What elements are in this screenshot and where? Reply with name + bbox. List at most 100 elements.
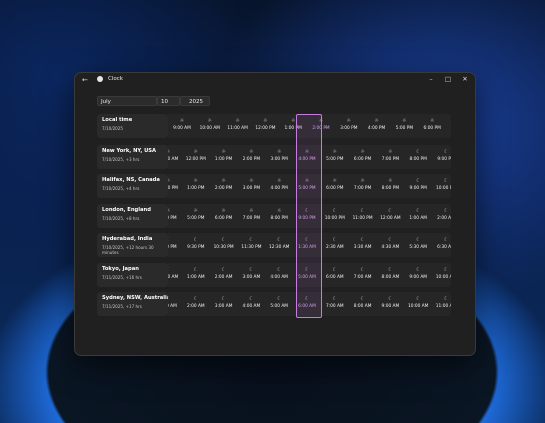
hour-cell[interactable]: ☼ 7:00 PM bbox=[349, 174, 377, 198]
hour-cell[interactable]: ☼ 5:00 PM bbox=[390, 114, 418, 138]
hour-cell[interactable]: ☼ 7:00 PM bbox=[237, 204, 265, 228]
hour-cell[interactable]: ☼ 3:00 PM bbox=[265, 145, 293, 169]
hour-cell[interactable]: ☾ 9:00 AM bbox=[404, 263, 432, 287]
hour-cell[interactable]: ☾ 6:00 AM bbox=[321, 263, 349, 287]
hour-cell[interactable]: ☾ 11:00 AM bbox=[432, 292, 451, 316]
city-card[interactable]: Local time 7/10/2025 bbox=[97, 114, 168, 138]
timezone-row[interactable]: London, England 7/10/2025, +8 hrs ☼ 4:00 PM… bbox=[97, 204, 451, 228]
hour-cell[interactable]: ☼ 2:00 PM bbox=[237, 145, 265, 169]
hour-cell[interactable]: ☼ 1:00 PM bbox=[210, 145, 238, 169]
hour-cell[interactable]: ☼ 4:00 PM bbox=[265, 174, 293, 198]
hour-cell[interactable]: ☼ 8:00 PM bbox=[265, 204, 293, 228]
hour-cell[interactable]: ☾ 9:30 PM bbox=[182, 233, 210, 257]
hour-cell[interactable]: ☼ 2:00 PM bbox=[210, 174, 238, 198]
hour-cell[interactable]: ☼ 8:00 PM bbox=[376, 174, 404, 198]
close-icon[interactable]: ✕ bbox=[460, 75, 470, 83]
hour-cell[interactable]: ☼ 10:00 AM bbox=[196, 114, 224, 138]
timezone-row[interactable]: Local time 7/10/2025 ☼ 9:00 AM ☼ 10:00 AM ☼ 11:… bbox=[97, 114, 451, 138]
hour-cell[interactable]: ☾ 7:00 AM bbox=[349, 263, 377, 287]
hour-cell[interactable]: ☾ 9:00 PM bbox=[404, 174, 432, 198]
maximize-icon[interactable]: □ bbox=[443, 75, 453, 83]
hour-cell[interactable]: ☾ 2:00 AM bbox=[182, 292, 210, 316]
hour-cell[interactable]: ☼ 12:00 PM bbox=[251, 114, 279, 138]
hour-cell[interactable]: ☾ 9:00 PM bbox=[432, 145, 451, 169]
hour-cell[interactable]: ☾ 10:30 PM bbox=[210, 233, 238, 257]
city-card[interactable]: London, England 7/10/2025, +8 hrs bbox=[97, 204, 168, 228]
hour-cell[interactable]: ☼ 2:00 PM bbox=[307, 114, 335, 138]
hour-cell[interactable]: ☾ 2:30 AM bbox=[321, 233, 349, 257]
hour-cell[interactable]: ☼ 12:00 PM bbox=[168, 174, 182, 198]
hour-cell[interactable]: ☾ 8:30 PM bbox=[168, 233, 182, 257]
hour-cell[interactable]: ☼ 6:00 PM bbox=[321, 174, 349, 198]
hour-cell[interactable]: ☼ 4:00 PM bbox=[168, 204, 182, 228]
hour-cell[interactable]: ☾ 1:30 AM bbox=[293, 233, 321, 257]
hour-cell[interactable]: ☾ 5:00 AM bbox=[265, 292, 293, 316]
hour-cell[interactable]: ☾ 6:00 AM bbox=[293, 292, 321, 316]
hour-cell[interactable]: ☾ 2:00 AM bbox=[432, 204, 451, 228]
month-picker[interactable]: July bbox=[97, 96, 157, 106]
hour-cell[interactable]: ☾ 1:00 AM bbox=[404, 204, 432, 228]
hour-cell[interactable]: ☾ 8:00 AM bbox=[376, 263, 404, 287]
hour-cell[interactable]: ☾ 9:00 PM bbox=[293, 204, 321, 228]
hour-cell[interactable]: ☾ 1:00 AM bbox=[168, 292, 182, 316]
city-card[interactable]: Hyderabad, India 7/10/2025, +12 hours 30 … bbox=[97, 233, 168, 257]
hour-cell[interactable]: ☾ 2:00 AM bbox=[210, 263, 238, 287]
hour-cell[interactable]: ☾ 8:00 AM bbox=[349, 292, 377, 316]
moon-icon: ☾ bbox=[360, 208, 365, 214]
hour-cell[interactable]: ☾ 9:00 AM bbox=[376, 292, 404, 316]
hour-cell[interactable]: ☼ 4:00 PM bbox=[293, 145, 321, 169]
hour-cell[interactable]: ☾ 7:00 AM bbox=[321, 292, 349, 316]
hour-cell[interactable]: ☼ 5:00 PM bbox=[321, 145, 349, 169]
city-card[interactable]: Halifax, NS, Canada 7/10/2025, +4 hrs bbox=[97, 174, 168, 198]
hour-cell[interactable]: ☼ 9:00 AM bbox=[168, 114, 196, 138]
hour-cell[interactable]: ☼ 6:00 PM bbox=[349, 145, 377, 169]
minimize-icon[interactable]: – bbox=[426, 75, 436, 83]
city-card[interactable]: Sydney, NSW, Australia 7/11/2025, +17 hrs bbox=[97, 292, 170, 316]
hour-cell[interactable]: ☼ 5:00 PM bbox=[182, 204, 210, 228]
hour-cell[interactable]: ☼ 7:00 PM bbox=[376, 145, 404, 169]
hour-cell[interactable]: ☾ 3:30 AM bbox=[349, 233, 377, 257]
hour-cell[interactable]: ☼ 1:00 PM bbox=[182, 174, 210, 198]
hour-cell[interactable]: ☼ 12:00 PM bbox=[182, 145, 210, 169]
year-picker[interactable]: 2025 bbox=[180, 96, 210, 106]
hour-cell[interactable]: ☾ 12:00 AM bbox=[168, 263, 182, 287]
hour-cell[interactable]: ☾ 10:00 AM bbox=[432, 263, 451, 287]
hour-cell[interactable]: ☾ 8:00 PM bbox=[404, 145, 432, 169]
hour-cell[interactable]: ☼ 3:00 PM bbox=[237, 174, 265, 198]
hour-cell[interactable]: ☾ 12:30 AM bbox=[265, 233, 293, 257]
hour-cell[interactable]: ☾ 12:00 AM bbox=[376, 204, 404, 228]
hour-cell[interactable]: ☾ 11:30 PM bbox=[237, 233, 265, 257]
hour-cell[interactable]: ☾ 1:00 AM bbox=[182, 263, 210, 287]
hour-cell[interactable]: ☾ 10:00 PM bbox=[321, 204, 349, 228]
hour-cell[interactable]: ☾ 4:00 AM bbox=[237, 292, 265, 316]
hour-cell[interactable]: ☼ 11:00 AM bbox=[224, 114, 252, 138]
hour-cell[interactable]: ☾ 6:30 AM bbox=[432, 233, 451, 257]
back-icon[interactable]: ← bbox=[82, 76, 88, 84]
hour-cell[interactable]: ☾ 5:00 AM bbox=[293, 263, 321, 287]
hour-cell[interactable]: ☾ 11:00 PM bbox=[349, 204, 377, 228]
day-picker[interactable]: 10 bbox=[157, 96, 180, 106]
hour-cell[interactable]: ☾ 10:00 PM bbox=[432, 174, 451, 198]
hour-cell[interactable]: ☼ 11:00 AM bbox=[168, 145, 182, 169]
hour-cell[interactable]: ☼ 6:00 PM bbox=[418, 114, 446, 138]
hour-cell[interactable]: ☾ 10:00 AM bbox=[404, 292, 432, 316]
hour-cell[interactable]: ☾ 5:30 AM bbox=[404, 233, 432, 257]
timezone-row[interactable]: Hyderabad, India 7/10/2025, +12 hours 30 … bbox=[97, 233, 451, 257]
moon-icon: ☾ bbox=[443, 267, 449, 273]
hour-cell[interactable]: ☾ 4:00 AM bbox=[265, 263, 293, 287]
hour-cell[interactable]: ☾ 3:00 AM bbox=[237, 263, 265, 287]
hour-cell[interactable]: ☾ 4:30 AM bbox=[376, 233, 404, 257]
city-card[interactable]: Tokyo, Japan 7/11/2025, +16 hrs bbox=[97, 263, 168, 287]
hour-cell[interactable]: ☼ 1:00 PM bbox=[279, 114, 307, 138]
hour-cell[interactable]: ☾ 3:00 AM bbox=[210, 292, 238, 316]
hour-cell[interactable]: ☼ 5:00 PM bbox=[293, 174, 321, 198]
hour-cell[interactable]: ☼ 6:00 PM bbox=[210, 204, 238, 228]
timezone-row[interactable]: Tokyo, Japan7/11/2025, +16 hrs☾12:00 AM☾… bbox=[97, 263, 451, 287]
timezone-row[interactable]: Sydney, NSW, Australia 7/11/2025, +17 hrs… bbox=[97, 292, 451, 316]
timezone-row[interactable]: Halifax, NS, Canada 7/10/2025, +4 hrs ☼ 12:… bbox=[97, 174, 451, 198]
timezone-row[interactable]: New York, NY, USA 7/10/2025, +3 hrs ☼ 11:00… bbox=[97, 145, 451, 169]
hour-cell[interactable]: ☼ 3:00 PM bbox=[335, 114, 363, 138]
moon-icon: ☾ bbox=[443, 208, 449, 214]
city-card[interactable]: New York, NY, USA 7/10/2025, +3 hrs bbox=[97, 145, 168, 169]
hour-cell[interactable]: ☼ 4:00 PM bbox=[363, 114, 391, 138]
